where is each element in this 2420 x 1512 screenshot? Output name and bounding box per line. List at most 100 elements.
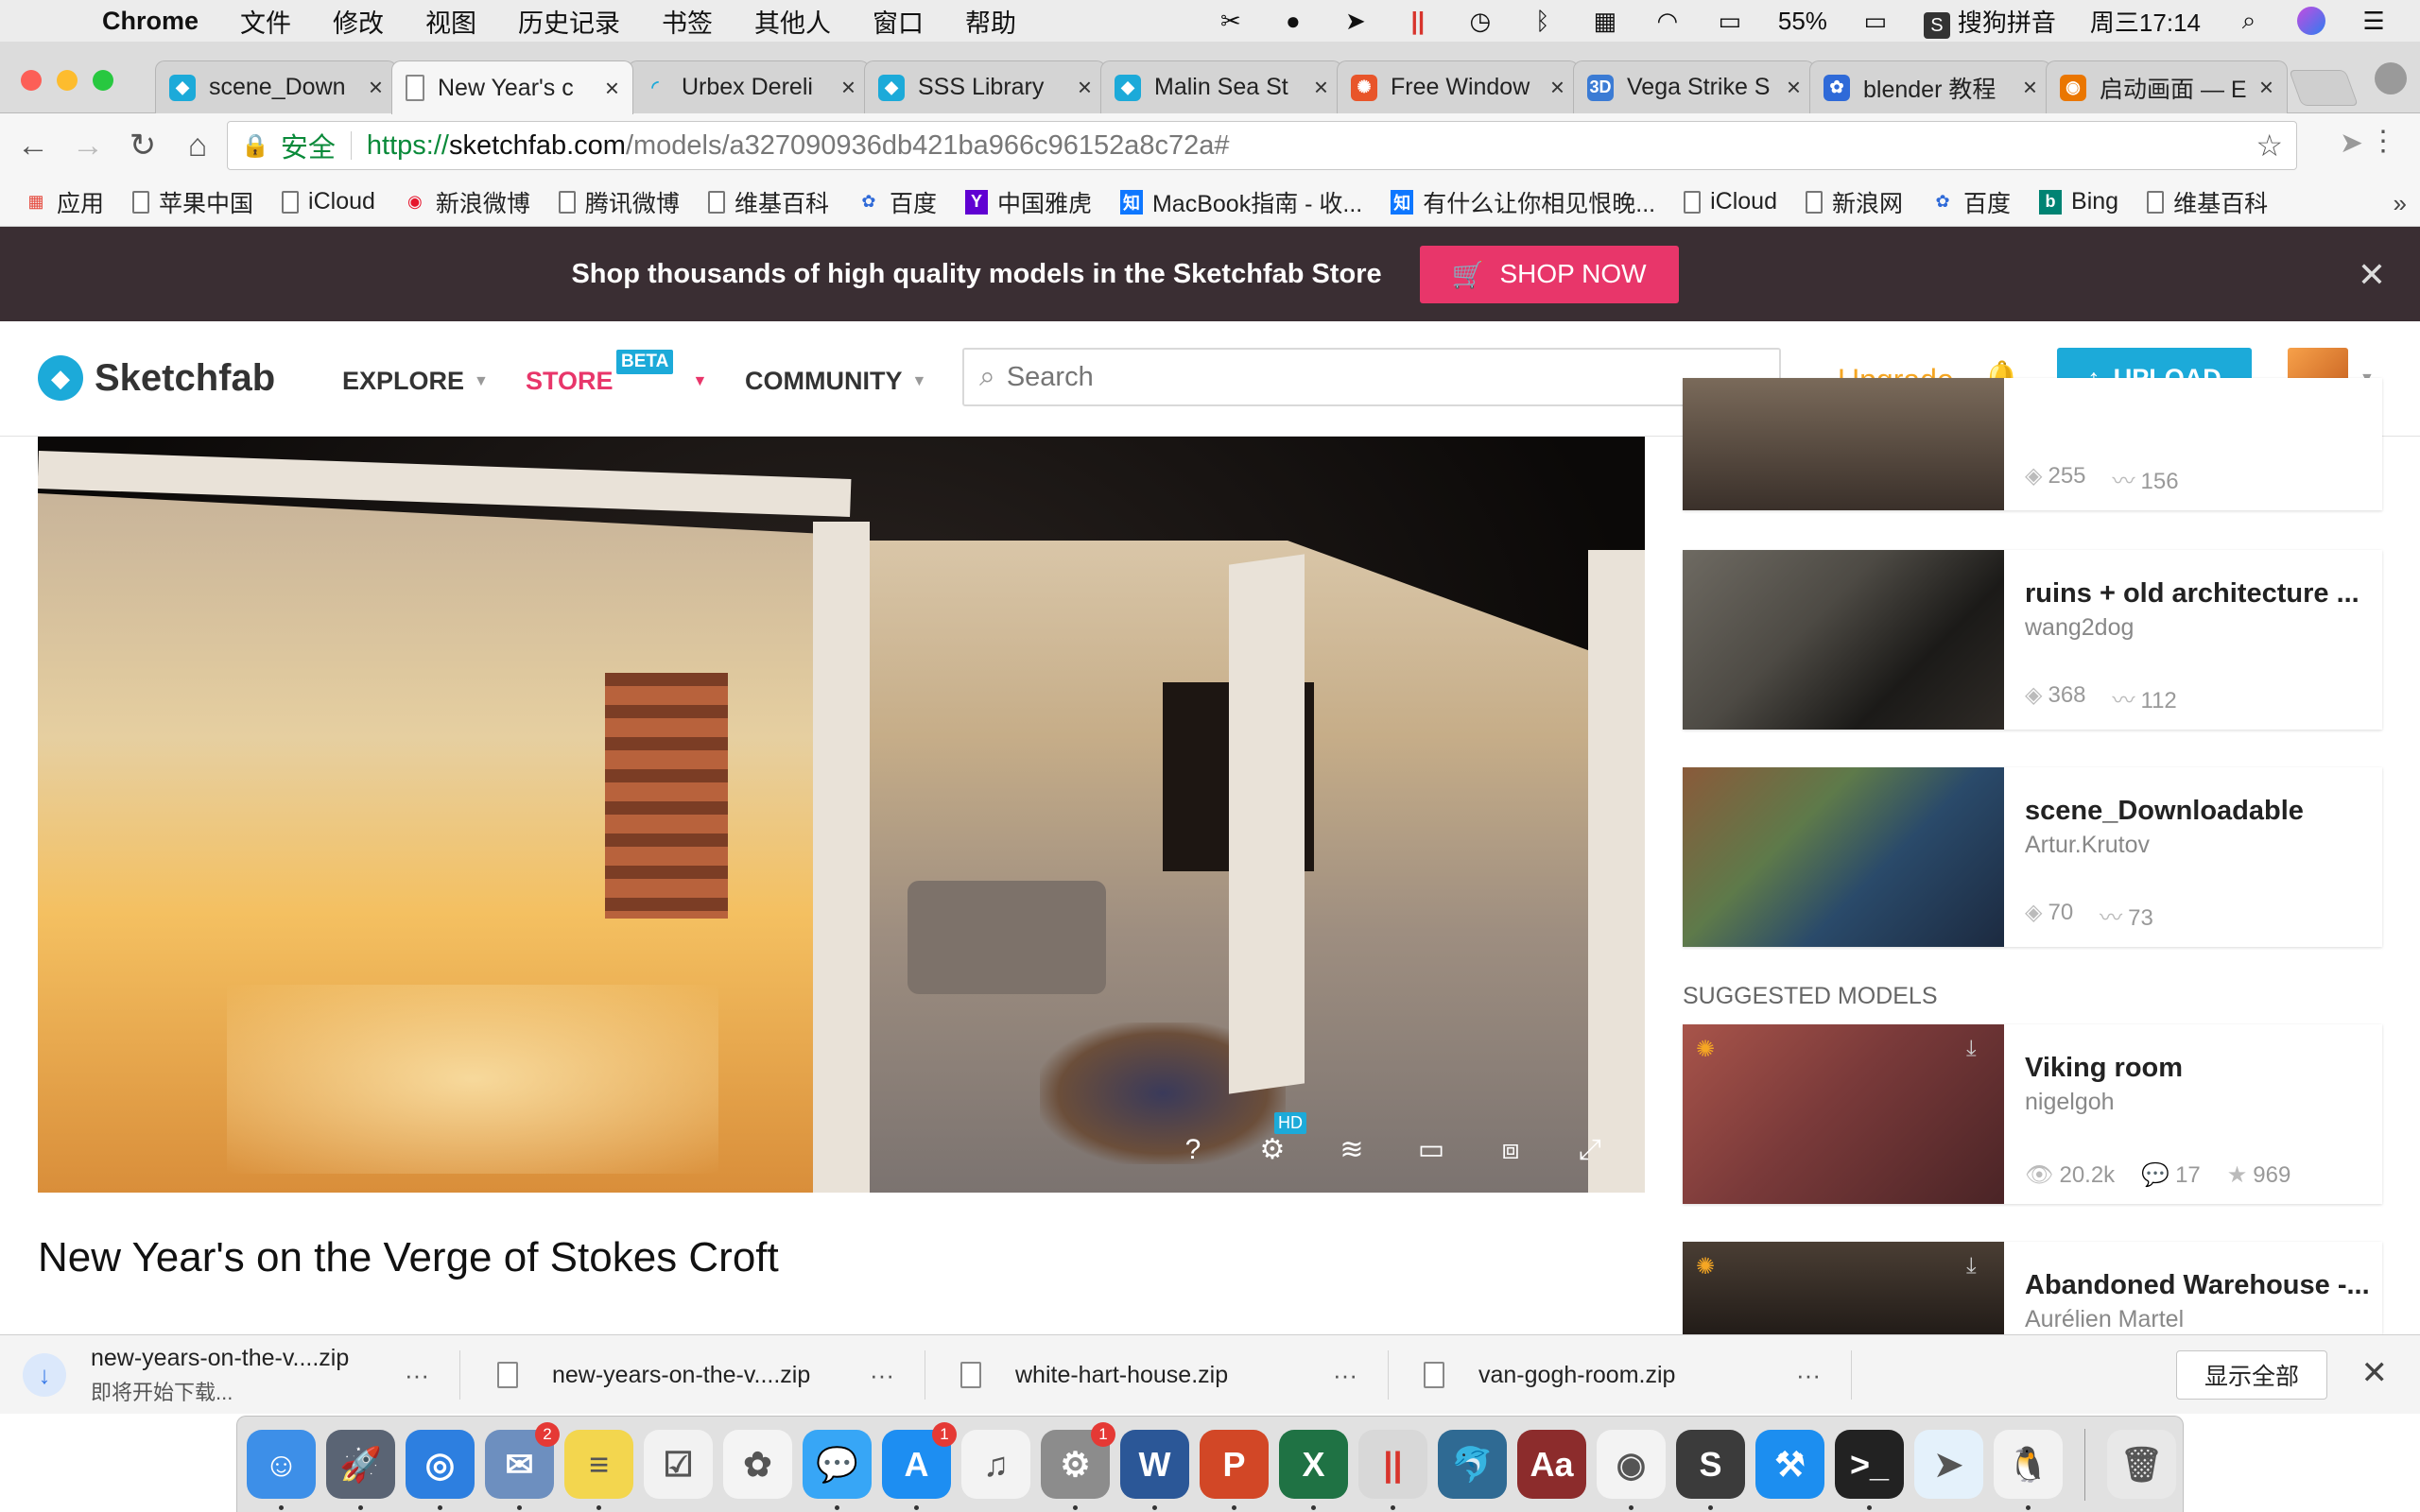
bookmark-item[interactable]: 新浪网	[1805, 185, 1903, 219]
menu-file[interactable]: 文件	[240, 3, 291, 40]
excel-icon[interactable]: X	[1279, 1430, 1348, 1510]
powerpoint-icon[interactable]: P	[1200, 1430, 1269, 1510]
qq-icon[interactable]: 🐧	[1994, 1430, 2063, 1510]
zoom-window-button[interactable]	[93, 70, 113, 91]
menu-history[interactable]: 历史记录	[518, 3, 620, 40]
bookmark-item[interactable]: 腾讯微博	[558, 185, 680, 219]
mysql-workbench-icon[interactable]: 🐬	[1438, 1430, 1507, 1499]
bookmark-item[interactable]: 维基百科	[707, 185, 829, 219]
address-bar[interactable]: 🔒 安全 https:// sketchfab.com /models/a327…	[227, 121, 2297, 170]
word-icon[interactable]: W	[1120, 1430, 1189, 1510]
launchpad-icon[interactable]: 🚀	[326, 1430, 395, 1510]
model-card-author[interactable]: wang2dog	[2025, 614, 2134, 642]
bookmark-item[interactable]: iCloud	[1684, 188, 1777, 215]
sublime-text-icon[interactable]: S	[1676, 1430, 1745, 1510]
tab[interactable]: ◉ 启动画面 — E ×	[2046, 60, 2288, 113]
messages-icon[interactable]: 💬	[803, 1430, 872, 1510]
cinema-mode-icon[interactable]: ⧈	[1494, 1134, 1528, 1166]
mail-icon[interactable]: ✉ 2	[485, 1422, 560, 1510]
safari-icon[interactable]: ◎	[406, 1430, 475, 1510]
related-model-card[interactable]: ◈ 255 〰 156	[1683, 378, 2382, 510]
model-card-author[interactable]: Aurélien Martel	[2025, 1306, 2184, 1333]
spotlight-search-icon[interactable]: ⌕	[2235, 6, 2263, 35]
suggested-model-card[interactable]: ✺ ⤓ Abandoned Warehouse -... Aurélien Ma…	[1683, 1242, 2382, 1334]
download-options-icon[interactable]: ···	[870, 1361, 894, 1390]
battery-icon[interactable]: ▭	[1861, 7, 1890, 35]
new-tab-button[interactable]	[2289, 70, 2359, 106]
bookmark-item[interactable]: iCloud	[282, 188, 375, 215]
airplay-icon[interactable]: ▭	[1716, 7, 1744, 35]
bookmark-item[interactable]: 维基百科	[2147, 185, 2268, 219]
notes-icon[interactable]: ≡	[564, 1430, 633, 1510]
help-icon[interactable]: ?	[1176, 1134, 1210, 1166]
model-thumbnail[interactable]	[1683, 378, 2004, 510]
bookmark-item[interactable]: ✿ 百度	[1931, 185, 2011, 219]
tab[interactable]: ✺ Free Window ×	[1337, 60, 1579, 113]
trash-icon[interactable]: 🗑	[2107, 1430, 2176, 1499]
bookmark-star-icon[interactable]: ☆	[2256, 128, 2283, 163]
extension-icon[interactable]: ➤	[2340, 127, 2363, 160]
system-preferences-icon[interactable]: ⚙ 1	[1041, 1422, 1115, 1510]
model-card-title[interactable]: scene_Downloadable	[2025, 796, 2304, 827]
forward-arrow-icon[interactable]: →	[66, 128, 110, 164]
app-menu-chrome[interactable]: Chrome	[102, 7, 199, 36]
finder-icon[interactable]: ☺	[247, 1430, 316, 1510]
vr-headset-icon[interactable]: ▭	[1414, 1133, 1448, 1166]
wifi-icon[interactable]: ◠	[1653, 7, 1682, 35]
menu-view[interactable]: 视图	[425, 3, 476, 40]
tab[interactable]: ◆ SSS Library ×	[864, 60, 1106, 113]
menu-help[interactable]: 帮助	[965, 3, 1016, 40]
shop-now-button[interactable]: 🛒 SHOP NOW	[1419, 245, 1679, 303]
menu-bookmarks[interactable]: 书签	[662, 3, 713, 40]
bookmark-item[interactable]: Y 中国雅虎	[964, 185, 1092, 219]
notification-center-icon[interactable]: ☰	[2360, 7, 2388, 35]
download-options-icon[interactable]: ···	[405, 1361, 429, 1390]
model-thumbnail[interactable]	[1683, 550, 2004, 730]
close-tab-icon[interactable]: ×	[369, 73, 383, 102]
security-label[interactable]: 安全	[281, 126, 336, 165]
model-card-title[interactable]: Viking room	[2025, 1053, 2183, 1084]
layers-icon[interactable]: ≋	[1335, 1133, 1369, 1166]
download-item[interactable]: ↓ new-years-on-the-v....zip 即将开始下载... ··…	[23, 1335, 429, 1415]
bookmark-item[interactable]: 苹果中国	[132, 185, 253, 219]
download-icon[interactable]: ⤓	[1966, 1036, 1977, 1062]
menu-window[interactable]: 窗口	[873, 3, 924, 40]
more-bookmarks-icon[interactable]: »	[2394, 189, 2407, 218]
app-store-icon[interactable]: A1	[882, 1422, 957, 1510]
download-icon[interactable]: ⤓	[1966, 1253, 1977, 1280]
download-item[interactable]: white-hart-house.zip ···	[960, 1335, 1357, 1415]
search-input[interactable]	[1006, 361, 1744, 393]
chrome-menu-icon[interactable]: ⋮	[2369, 125, 2397, 158]
search-box[interactable]: ⌕	[962, 348, 1781, 406]
close-tab-icon[interactable]: ×	[1078, 73, 1092, 102]
sketchfab-logo[interactable]: ◆ Sketchfab	[38, 355, 275, 401]
model-viewer[interactable]: ? ⚙ HD ≋ ▭ ⧈ ⤢	[38, 437, 1645, 1193]
model-card-title[interactable]: ruins + old architecture ...	[2025, 578, 2360, 610]
qq-status-icon[interactable]: ●	[1279, 7, 1307, 35]
bookmark-item[interactable]: 知有什么让你相见恨晚...	[1391, 185, 1655, 219]
terminal-icon[interactable]: >_	[1835, 1430, 1904, 1510]
reload-icon[interactable]: ↻	[121, 127, 164, 164]
close-tab-icon[interactable]: ×	[1550, 73, 1564, 102]
clock[interactable]: 周三17:14	[2090, 4, 2201, 39]
suggested-model-card[interactable]: ✺ ⤓ Viking room nigelgoh 👁 20.2k 💬 17 ★ 969	[1683, 1024, 2382, 1204]
keyboard-icon[interactable]: ▦	[1591, 7, 1619, 35]
tab[interactable]: ◆ Malin Sea St ×	[1100, 60, 1342, 113]
fullscreen-icon[interactable]: ⤢	[1573, 1134, 1607, 1166]
siri-icon[interactable]	[2297, 7, 2325, 35]
close-banner-icon[interactable]: ✕	[2358, 255, 2386, 295]
menu-people[interactable]: 其他人	[754, 3, 831, 40]
model-thumbnail[interactable]	[1683, 1242, 2004, 1334]
input-method[interactable]: S 搜狗拼音	[1923, 4, 2056, 39]
close-tab-icon[interactable]: ×	[2259, 73, 2273, 102]
back-arrow-icon[interactable]: ←	[11, 128, 55, 164]
chrome-icon[interactable]: ◉	[1597, 1430, 1666, 1510]
model-card-title[interactable]: Abandoned Warehouse -...	[2025, 1270, 2370, 1301]
tab[interactable]: ✿ blender 教程 ×	[1809, 60, 2051, 113]
model-thumbnail[interactable]	[1683, 767, 2004, 947]
download-options-icon[interactable]: ···	[1796, 1361, 1821, 1390]
close-tab-icon[interactable]: ×	[1314, 73, 1328, 102]
bookmark-item[interactable]: b Bing	[2039, 188, 2118, 215]
tab[interactable]: ◜ Urbex Dereli ×	[628, 60, 870, 113]
close-shelf-icon[interactable]: ✕	[2361, 1354, 2389, 1392]
